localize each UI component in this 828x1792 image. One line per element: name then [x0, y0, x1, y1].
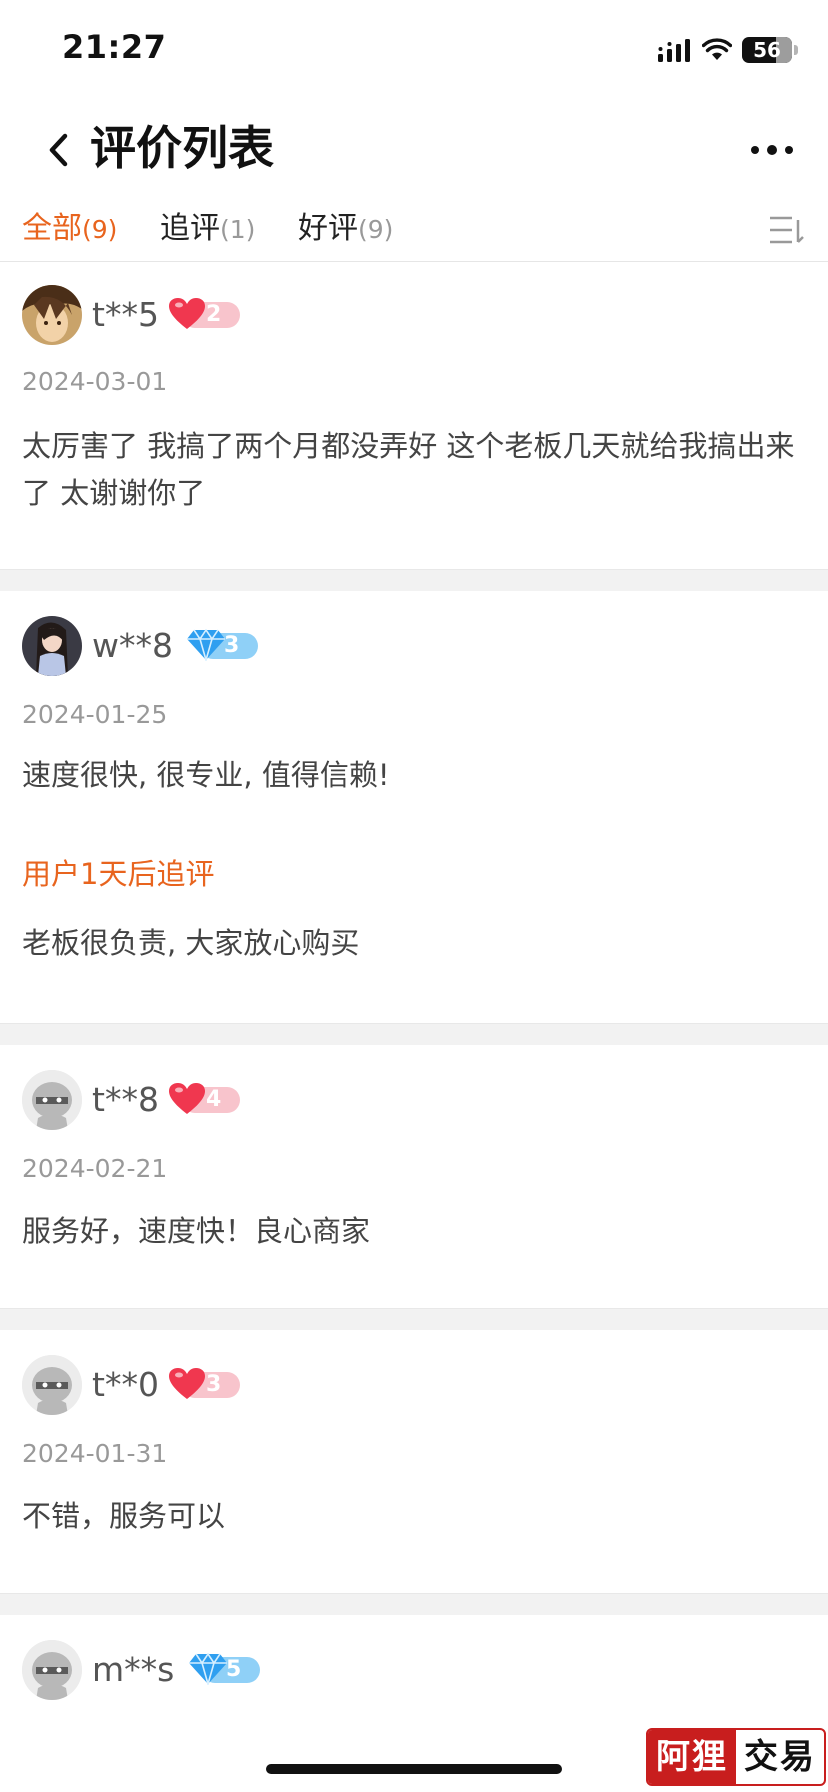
tab-count: (1) [220, 215, 256, 244]
avatar [22, 616, 82, 676]
tab-count: (9) [358, 215, 394, 244]
review-content: 不错，服务可以 [22, 1499, 226, 1533]
level-number: 2 [206, 302, 222, 327]
level-number: 3 [224, 633, 240, 658]
tab-followup[interactable]: 追评(1) [160, 208, 255, 251]
heart-icon [169, 1368, 205, 1399]
review-item: t**0 3 2024-01-31 不错，服务可以 [0, 1331, 828, 1593]
level-badge: 2 [168, 297, 242, 331]
section-divider [0, 1023, 828, 1045]
review-date: 2024-01-31 [22, 1439, 168, 1468]
username: t**5 [92, 295, 159, 334]
battery-icon: 56 [742, 37, 798, 63]
back-button[interactable] [30, 122, 86, 178]
diamond-icon [189, 1653, 227, 1685]
more-dots-icon [751, 146, 759, 154]
username: m**s [92, 1650, 175, 1689]
level-badge: 4 [168, 1082, 242, 1116]
chevron-left-icon [49, 133, 68, 167]
level-number: 3 [206, 1372, 222, 1397]
status-indicators: 56 [658, 34, 798, 66]
review-date: 2024-03-01 [22, 367, 168, 396]
tab-label: 全部 [22, 211, 82, 246]
section-divider [0, 1593, 828, 1615]
level-badge: 5 [188, 1652, 262, 1686]
status-time: 21:27 [62, 28, 167, 66]
filter-button[interactable] [766, 212, 806, 248]
tab-positive[interactable]: 好评(9) [298, 208, 393, 251]
watermark-right: 交易 [744, 1737, 816, 1777]
review-date: 2024-02-21 [22, 1154, 168, 1183]
diamond-icon [187, 629, 225, 661]
avatar [22, 1355, 82, 1415]
avatar [22, 285, 82, 345]
status-bar: 21:27 56 [0, 0, 828, 100]
avatar [22, 1070, 82, 1130]
level-badge: 3 [186, 628, 260, 662]
review-item: t**8 4 2024-02-21 服务好，速度快！良心商家 [0, 1046, 828, 1308]
watermark-logo: 阿狸 交易 [646, 1728, 826, 1786]
username: t**8 [92, 1080, 159, 1119]
wifi-icon [702, 38, 732, 60]
heart-icon [169, 1083, 205, 1114]
level-badge: 3 [168, 1367, 242, 1401]
signal-icon [658, 39, 690, 62]
review-item: t**5 2 2024-03-01 太厉害了 我搞了两个月都没弄好 这个老板几天… [0, 263, 828, 569]
tab-label: 追评 [160, 211, 220, 246]
review-content: 太厉害了 我搞了两个月都没弄好 这个老板几天就给我搞出来了 太谢谢你了 [22, 429, 795, 510]
filter-list-icon [770, 216, 804, 244]
username: t**0 [92, 1365, 159, 1404]
followup-content: 老板很负责, 大家放心购买 [22, 926, 360, 960]
more-button[interactable] [742, 124, 802, 176]
tab-label: 好评 [298, 211, 358, 246]
tab-bar: 全部(9) 追评(1) 好评(9) [0, 200, 828, 262]
followup-label: 用户1天后追评 [22, 857, 215, 891]
section-divider [0, 569, 828, 591]
tab-count: (9) [82, 215, 118, 244]
level-number: 4 [206, 1087, 222, 1112]
review-content: 服务好，速度快！良心商家 [22, 1214, 371, 1248]
avatar [22, 1640, 82, 1700]
review-date: 2024-01-25 [22, 700, 168, 729]
username: w**8 [92, 626, 173, 665]
nav-bar: 评价列表 [0, 100, 828, 200]
home-indicator[interactable] [266, 1764, 562, 1774]
review-item: w**8 3 2024-01-25 速度很快, 很专业, 值得信赖! 用户1天后… [0, 592, 828, 1022]
heart-icon [169, 298, 205, 329]
section-divider [0, 1308, 828, 1330]
level-number: 5 [226, 1657, 242, 1682]
battery-level: 56 [753, 38, 781, 62]
watermark-left: 阿狸 [648, 1730, 736, 1784]
page-title: 评价列表 [90, 121, 274, 175]
tab-all[interactable]: 全部(9) [22, 208, 117, 251]
review-content: 速度很快, 很专业, 值得信赖! [22, 758, 390, 792]
